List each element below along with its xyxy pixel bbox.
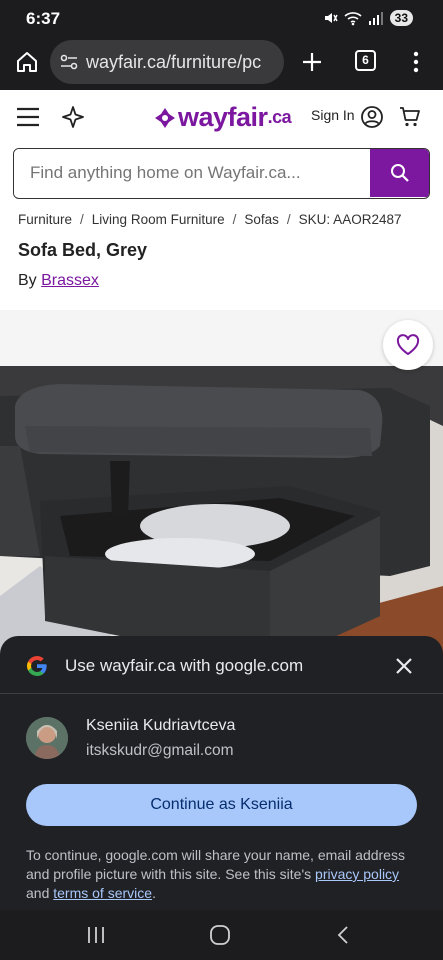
sheet-title: Use wayfair.ca with google.com [65,656,304,675]
home-icon[interactable] [15,50,39,74]
breadcrumb-item-sofas[interactable]: Sofas [244,212,279,227]
terms-of-service-link[interactable]: terms of service [53,885,152,901]
brand-link[interactable]: Brassex [41,272,99,289]
search-button[interactable] [370,149,429,197]
sparkle-icon[interactable] [61,105,85,129]
search-input[interactable] [14,149,370,197]
privacy-policy-link[interactable]: privacy policy [315,866,399,882]
cart-icon[interactable] [398,105,422,129]
breadcrumb-item-living-room[interactable]: Living Room Furniture [92,212,225,227]
browser-toolbar: wayfair.ca/furniture/pc 6 [0,38,443,90]
recent-apps-icon[interactable] [86,926,106,944]
sign-in-link[interactable]: Sign In [311,107,355,123]
disclaimer: To continue, google.com will share your … [26,846,421,903]
breadcrumb: Furniture / Living Room Furniture / Sofa… [18,212,401,227]
mute-icon [324,13,338,23]
battery-indicator: 33 [389,10,413,26]
breadcrumb-item-furniture[interactable]: Furniture [18,212,72,227]
favorite-button[interactable] [383,320,433,370]
logo-mark-icon [155,107,175,128]
google-logo-icon [27,656,47,676]
sheet-header: Use wayfair.ca with google.com [0,636,443,694]
back-icon[interactable] [336,925,350,945]
address-bar[interactable]: wayfair.ca/furniture/pc [50,40,284,84]
url-text: wayfair.ca/furniture/pc [86,51,262,72]
search-bar [13,148,430,199]
google-signin-sheet: Use wayfair.ca with google.com Kseniia K… [0,636,443,910]
logo-text: wayfair [178,102,268,132]
status-icons: 33 [322,10,413,26]
logo-suffix: .ca [267,107,292,127]
avatar [26,717,68,759]
account-name: Kseniia Kudriavtceva [86,717,236,734]
home-button-icon[interactable] [209,924,231,946]
account-email: itskskudr@gmail.com [86,742,234,759]
period-text: . [152,885,156,901]
more-menu-icon[interactable] [412,51,420,73]
product-title: Sofa Bed, Grey [18,240,148,260]
sheet-divider [0,693,443,694]
system-navigation-bar [0,910,443,960]
wayfair-logo[interactable]: wayfair .ca [154,102,292,133]
profile-picture [26,717,68,759]
tab-switcher-button[interactable]: 6 [355,50,376,71]
breadcrumb-separator: / [80,212,84,227]
wifi-icon [344,12,362,26]
status-time: 6:37 [26,9,61,28]
new-tab-icon[interactable] [301,51,323,73]
site-settings-icon[interactable] [60,54,78,70]
continue-button[interactable]: Continue as Kseniia [26,784,417,826]
breadcrumb-sku: SKU: AAOR2487 [298,212,402,227]
status-bar: 6:37 33 [0,0,443,38]
account-icon[interactable] [360,105,384,129]
by-label: By [18,272,37,289]
breadcrumb-separator: / [286,212,291,227]
site-header: wayfair .ca Sign In [0,90,443,144]
search-icon [391,164,409,182]
hamburger-menu-icon[interactable] [16,107,40,127]
close-icon[interactable] [396,658,412,674]
and-text: and [26,885,50,901]
breadcrumb-separator: / [232,212,237,227]
signal-icon [368,12,383,25]
heart-icon [396,334,420,355]
brand-line: By Brassex [18,272,99,290]
